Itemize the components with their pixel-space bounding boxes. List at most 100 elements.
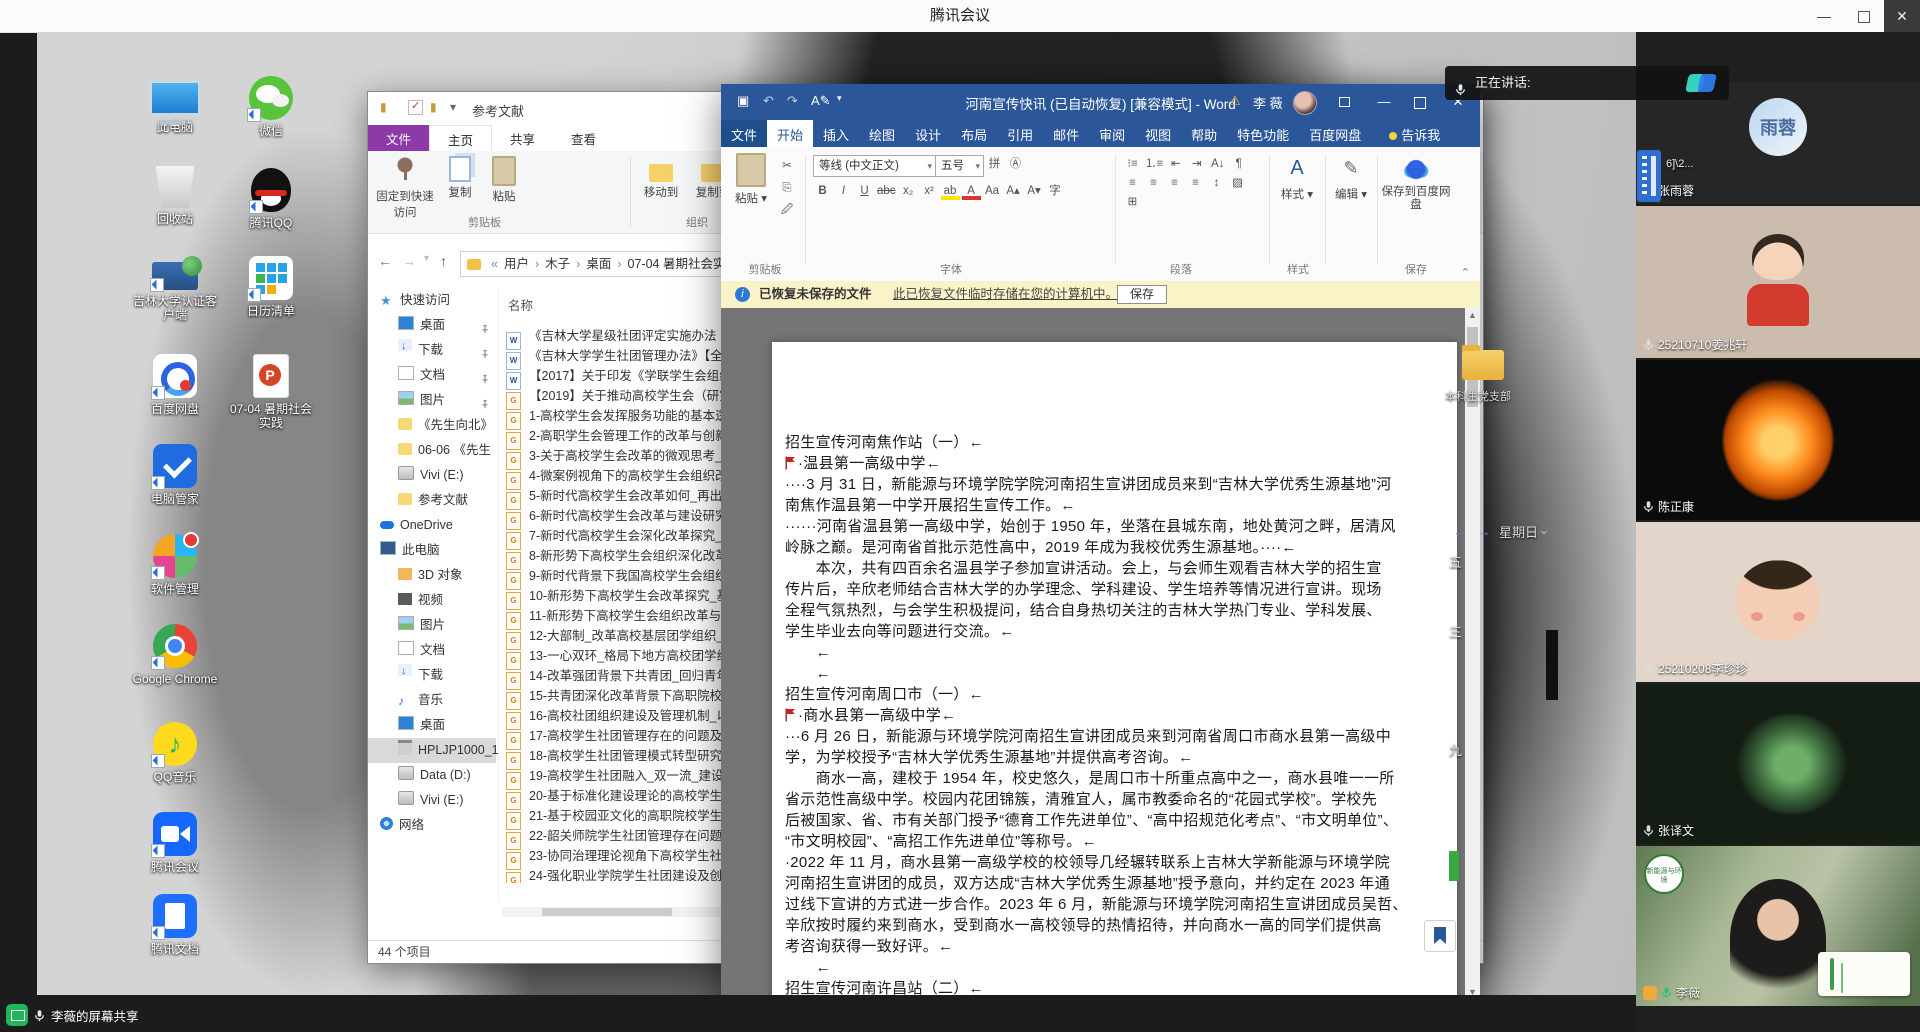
- copy-button[interactable]: 复制: [438, 156, 482, 200]
- sidebar-item[interactable]: 下载: [368, 338, 496, 363]
- outdent-icon[interactable]: ⇤: [1166, 156, 1185, 173]
- word-tab-8[interactable]: 邮件: [1043, 120, 1089, 147]
- word-tab-6[interactable]: 布局: [951, 120, 997, 147]
- desktop-icon-tencent-docs[interactable]: 腾讯文档: [129, 894, 221, 956]
- sidebar-item[interactable]: 图片: [368, 613, 496, 638]
- folder-small-icon[interactable]: ▮: [430, 100, 448, 116]
- align-left-icon[interactable]: ≡: [1123, 175, 1142, 192]
- move-to-button[interactable]: 移动到: [636, 156, 686, 200]
- desktop-icon-recycle-bin[interactable]: 回收站: [129, 166, 221, 226]
- sidebar-item[interactable]: Vivi (E:): [368, 788, 496, 813]
- sidebar-item[interactable]: HPLJP1000_1: [368, 738, 496, 763]
- strikethrough-icon[interactable]: abc: [876, 183, 897, 200]
- word-minimize-button[interactable]: —: [1367, 84, 1401, 120]
- participant-tile[interactable]: 张译文: [1636, 684, 1920, 844]
- desktop-folder-icon[interactable]: [1462, 350, 1504, 380]
- subscript-icon[interactable]: x₂: [899, 183, 918, 200]
- shrink-font-icon[interactable]: A▾: [1025, 183, 1044, 200]
- scroll-up-icon[interactable]: ▲: [1465, 308, 1480, 323]
- word-tab-3[interactable]: 插入: [813, 120, 859, 147]
- sidebar-item[interactable]: 06-06 《先生: [368, 438, 496, 463]
- sidebar-item[interactable]: Vivi (E:): [368, 463, 496, 488]
- calendar-back-icon[interactable]: ←: [1449, 524, 1471, 540]
- pin-quick-access-button[interactable]: 固定到快速访问: [376, 156, 434, 220]
- word-tab-11[interactable]: 帮助: [1181, 120, 1227, 147]
- baidu-cloud-save-button[interactable]: 保存到百度网盘: [1381, 153, 1451, 212]
- avatar[interactable]: [1293, 91, 1317, 115]
- participant-tile[interactable]: 25210710姜兆轩: [1636, 206, 1920, 358]
- desktop-icon-software-manager[interactable]: 软件管理: [129, 534, 221, 596]
- shading-icon[interactable]: ▨: [1228, 175, 1247, 192]
- sidebar-item[interactable]: 音乐: [368, 688, 496, 713]
- explorer-tab-1[interactable]: 文件: [368, 125, 429, 151]
- bookmark-button[interactable]: [1424, 920, 1456, 952]
- word-tab-1[interactable]: 文件: [721, 120, 767, 147]
- forward-icon[interactable]: →: [402, 253, 416, 269]
- line-spacing-icon[interactable]: ↕: [1207, 175, 1226, 192]
- breadcrumb-item[interactable]: 桌面: [584, 252, 613, 276]
- sidebar-item[interactable]: 参考文献: [368, 488, 496, 513]
- desktop-icon-qq-music[interactable]: QQ音乐: [129, 722, 221, 784]
- recovery-save-button[interactable]: 保存: [1117, 285, 1167, 304]
- sidebar-item[interactable]: 图片: [368, 388, 496, 413]
- char-border-icon[interactable]: Ⓐ: [1006, 156, 1025, 173]
- sidebar-item[interactable]: Data (D:): [368, 763, 496, 788]
- desktop-icon-tencent-qq[interactable]: 腾讯QQ: [225, 166, 317, 230]
- desktop-icon-this-pc[interactable]: 此电脑: [129, 76, 221, 134]
- name-column-header[interactable]: 名称: [508, 295, 533, 314]
- explorer-tab-4[interactable]: 查看: [553, 125, 614, 151]
- pilcrow-icon[interactable]: ¶: [1229, 156, 1248, 173]
- history-dropdown-icon[interactable]: ▾: [424, 253, 429, 264]
- desktop-icon-chrome[interactable]: Google Chrome: [129, 624, 221, 686]
- word-tab-9[interactable]: 审阅: [1089, 120, 1135, 147]
- paste-big-button[interactable]: 粘贴 ▾: [727, 153, 775, 206]
- desktop-icon-pc-manager[interactable]: 电脑管家: [129, 444, 221, 506]
- desktop-icon-auth-client[interactable]: 吉林大学认证客户端: [129, 256, 221, 322]
- grow-font-icon[interactable]: A▴: [1004, 183, 1023, 200]
- font-size-select[interactable]: 五号▾: [935, 155, 984, 177]
- format-painter-icon[interactable]: 🖉: [777, 201, 797, 219]
- participant-tile[interactable]: 陈正康: [1636, 360, 1920, 520]
- paste-button[interactable]: 粘贴: [482, 156, 526, 204]
- sidebar-item[interactable]: 桌面: [368, 713, 496, 738]
- desktop-icon-ppt-file[interactable]: 07-04 暑期社会实践: [225, 354, 317, 430]
- explorer-tab-2[interactable]: 主页: [429, 125, 492, 151]
- crumb-overflow-icon[interactable]: «: [487, 252, 502, 276]
- recovery-link[interactable]: 此已恢复文件临时存储在您的计算机中。: [893, 281, 1118, 308]
- word-tab-5[interactable]: 设计: [905, 120, 951, 147]
- scrollbar-thumb[interactable]: [542, 908, 672, 916]
- bold-icon[interactable]: B: [813, 183, 832, 200]
- word-copy-icon[interactable]: ⎘: [777, 179, 797, 197]
- borders-icon[interactable]: ⊞: [1123, 194, 1142, 211]
- back-icon[interactable]: ←: [378, 253, 392, 269]
- qat-dropdown-icon[interactable]: ▾: [450, 100, 468, 116]
- bullets-icon[interactable]: ⁝≡: [1123, 156, 1142, 173]
- justify-icon[interactable]: ≡: [1186, 175, 1205, 192]
- word-window[interactable]: ▣ ↶ ↷ A✎ ▾ 河南宣传快讯 (已自动恢复) [兼容模式] - Word …: [721, 84, 1480, 995]
- sort-icon[interactable]: A↓: [1208, 156, 1227, 173]
- calendar-forward-icon[interactable]: →: [1473, 524, 1495, 540]
- maximize-button[interactable]: [1844, 0, 1884, 32]
- sidebar-item[interactable]: 下载: [368, 663, 496, 688]
- enclose-char-icon[interactable]: 字: [1046, 183, 1065, 200]
- word-tab-14[interactable]: 告诉我: [1379, 120, 1450, 147]
- editing-big-button[interactable]: ✎编辑 ▾: [1329, 153, 1373, 202]
- desktop-icon-calendar-list[interactable]: 日历清单: [225, 256, 317, 318]
- sidebar-item[interactable]: 网络: [368, 813, 496, 838]
- font-color-icon[interactable]: A: [962, 183, 981, 200]
- participant-tile[interactable]: 25210208李珍珍: [1636, 522, 1920, 682]
- sidebar-item[interactable]: 视频: [368, 588, 496, 613]
- vertical-scrollbar[interactable]: ▲ ▼: [1465, 308, 1480, 995]
- highlight-icon[interactable]: ab: [941, 183, 960, 200]
- word-tab-7[interactable]: 引用: [997, 120, 1043, 147]
- word-tab-13[interactable]: 百度网盘: [1299, 120, 1371, 147]
- font-name-select[interactable]: 等线 (中文正文)▾: [813, 155, 936, 177]
- breadcrumb-item[interactable]: 07-04 暑期社会实: [626, 252, 728, 276]
- word-tab-10[interactable]: 视图: [1135, 120, 1181, 147]
- sidebar-item[interactable]: 《先生向北》: [368, 413, 496, 438]
- account-name[interactable]: 李 薇: [1253, 93, 1283, 112]
- warning-icon[interactable]: ⚠: [1229, 93, 1241, 109]
- sidebar-item[interactable]: 3D 对象: [368, 563, 496, 588]
- word-maximize-button[interactable]: [1403, 84, 1437, 120]
- sidebar-item[interactable]: 快速访问: [368, 288, 496, 313]
